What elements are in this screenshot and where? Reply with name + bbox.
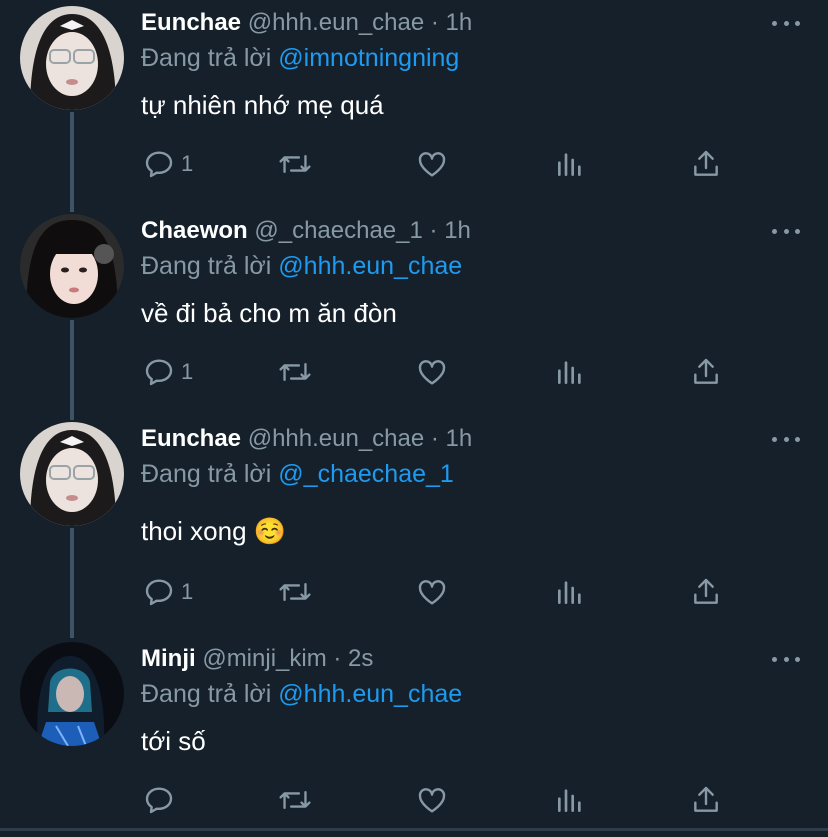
author-handle[interactable]: @minji_kim bbox=[202, 645, 326, 672]
reply-mention[interactable]: @imnotningning bbox=[278, 44, 459, 72]
reply-prefix: Đang trả lời bbox=[141, 680, 272, 708]
reply-button[interactable]: 1 bbox=[143, 352, 193, 392]
avatar-image bbox=[20, 214, 124, 318]
author-name[interactable]: Chaewon bbox=[141, 217, 248, 244]
tweet-header: Chaewon @_chaechae_1 · 1h bbox=[141, 214, 471, 248]
reply-mention[interactable]: @_chaechae_1 bbox=[278, 460, 454, 488]
tweet[interactable]: Chaewon @_chaechae_1 · 1h Đang trả lời @… bbox=[0, 208, 828, 416]
author-handle[interactable]: @hhh.eun_chae bbox=[248, 9, 425, 36]
reply-context: Đang trả lời @hhh.eun_chae bbox=[141, 677, 462, 711]
tweet-header: Minji @minji_kim · 2s bbox=[141, 642, 373, 676]
tweet-text: tới số bbox=[141, 726, 206, 756]
reply-prefix: Đang trả lời bbox=[141, 252, 272, 280]
like-icon bbox=[418, 152, 446, 177]
reply-button[interactable] bbox=[143, 780, 181, 820]
action-bar: 1 bbox=[0, 352, 828, 392]
like-icon bbox=[418, 788, 446, 813]
more-icon[interactable] bbox=[772, 654, 800, 664]
tweet[interactable]: Eunchae @hhh.eun_chae · 1h Đang trả lời … bbox=[0, 416, 828, 636]
share-button[interactable] bbox=[690, 352, 722, 392]
like-button[interactable] bbox=[416, 352, 448, 392]
reply-context: Đang trả lời @imnotningning bbox=[141, 41, 459, 75]
avatar-image bbox=[20, 422, 124, 526]
views-icon bbox=[558, 153, 581, 176]
author-handle[interactable]: @_chaechae_1 bbox=[254, 217, 423, 244]
avatar[interactable] bbox=[20, 422, 124, 526]
avatar-image bbox=[20, 642, 124, 746]
retweet-icon bbox=[279, 154, 311, 174]
avatar[interactable] bbox=[20, 214, 124, 318]
share-icon bbox=[694, 786, 718, 812]
divider bbox=[0, 828, 828, 831]
more-icon[interactable] bbox=[772, 434, 800, 444]
retweet-icon bbox=[279, 582, 311, 602]
reply-count: 1 bbox=[181, 359, 194, 384]
more-icon[interactable] bbox=[772, 226, 800, 236]
timestamp[interactable]: · 1h bbox=[431, 425, 472, 452]
reply-context: Đang trả lời @_chaechae_1 bbox=[141, 457, 454, 491]
like-button[interactable] bbox=[416, 572, 448, 612]
share-button[interactable] bbox=[690, 780, 722, 820]
like-icon bbox=[418, 360, 446, 385]
views-icon bbox=[558, 581, 581, 604]
retweet-icon bbox=[279, 362, 311, 382]
share-icon bbox=[694, 578, 718, 604]
tweet-text: thoi xong ☺️ bbox=[141, 516, 287, 546]
tweet-header: Eunchae @hhh.eun_chae · 1h bbox=[141, 6, 472, 40]
timestamp[interactable]: · 2s bbox=[333, 645, 373, 672]
avatar-image bbox=[20, 6, 124, 110]
share-button[interactable] bbox=[690, 144, 722, 184]
avatar[interactable] bbox=[20, 6, 124, 110]
reply-button[interactable]: 1 bbox=[143, 144, 193, 184]
views-icon bbox=[558, 789, 581, 812]
author-name[interactable]: Eunchae bbox=[141, 425, 241, 452]
tweet-text: về đi bả cho m ăn đòn bbox=[141, 298, 397, 328]
views-button[interactable] bbox=[554, 352, 586, 392]
reply-icon bbox=[145, 579, 173, 606]
action-bar: 1 bbox=[0, 144, 828, 184]
action-bar: 1 bbox=[0, 572, 828, 612]
reply-count: 1 bbox=[181, 151, 194, 176]
share-button[interactable] bbox=[690, 572, 722, 612]
author-name[interactable]: Minji bbox=[141, 645, 196, 672]
share-icon bbox=[694, 358, 718, 384]
retweet-button[interactable] bbox=[278, 780, 312, 820]
reply-prefix: Đang trả lời bbox=[141, 460, 272, 488]
retweet-button[interactable] bbox=[278, 144, 312, 184]
like-button[interactable] bbox=[416, 144, 448, 184]
author-handle[interactable]: @hhh.eun_chae bbox=[248, 425, 425, 452]
reply-mention[interactable]: @hhh.eun_chae bbox=[278, 680, 462, 708]
views-button[interactable] bbox=[554, 144, 586, 184]
retweet-icon bbox=[279, 790, 311, 810]
author-name[interactable]: Eunchae bbox=[141, 9, 241, 36]
retweet-button[interactable] bbox=[278, 572, 312, 612]
reply-button[interactable]: 1 bbox=[143, 572, 193, 612]
reply-icon bbox=[145, 787, 173, 814]
reply-context: Đang trả lời @hhh.eun_chae bbox=[141, 249, 462, 283]
reply-icon bbox=[145, 151, 173, 178]
reply-mention[interactable]: @hhh.eun_chae bbox=[278, 252, 462, 280]
retweet-button[interactable] bbox=[278, 352, 312, 392]
share-icon bbox=[694, 150, 718, 176]
avatar[interactable] bbox=[20, 642, 124, 746]
action-bar bbox=[0, 780, 828, 820]
tweet[interactable]: Eunchae @hhh.eun_chae · 1h Đang trả lời … bbox=[0, 0, 828, 208]
reply-icon bbox=[145, 359, 173, 386]
tweet-text: tự nhiên nhớ mẹ quá bbox=[141, 90, 384, 120]
timestamp[interactable]: · 1h bbox=[431, 9, 472, 36]
reply-count: 1 bbox=[181, 579, 194, 604]
views-button[interactable] bbox=[554, 572, 586, 612]
tweet[interactable]: Minji @minji_kim · 2s Đang trả lời @hhh.… bbox=[0, 636, 828, 828]
more-icon[interactable] bbox=[772, 18, 800, 28]
like-button[interactable] bbox=[416, 780, 448, 820]
tweet-header: Eunchae @hhh.eun_chae · 1h bbox=[141, 422, 472, 456]
reply-prefix: Đang trả lời bbox=[141, 44, 272, 72]
timestamp[interactable]: · 1h bbox=[430, 217, 471, 244]
views-button[interactable] bbox=[554, 780, 586, 820]
like-icon bbox=[418, 580, 446, 605]
views-icon bbox=[558, 361, 581, 384]
